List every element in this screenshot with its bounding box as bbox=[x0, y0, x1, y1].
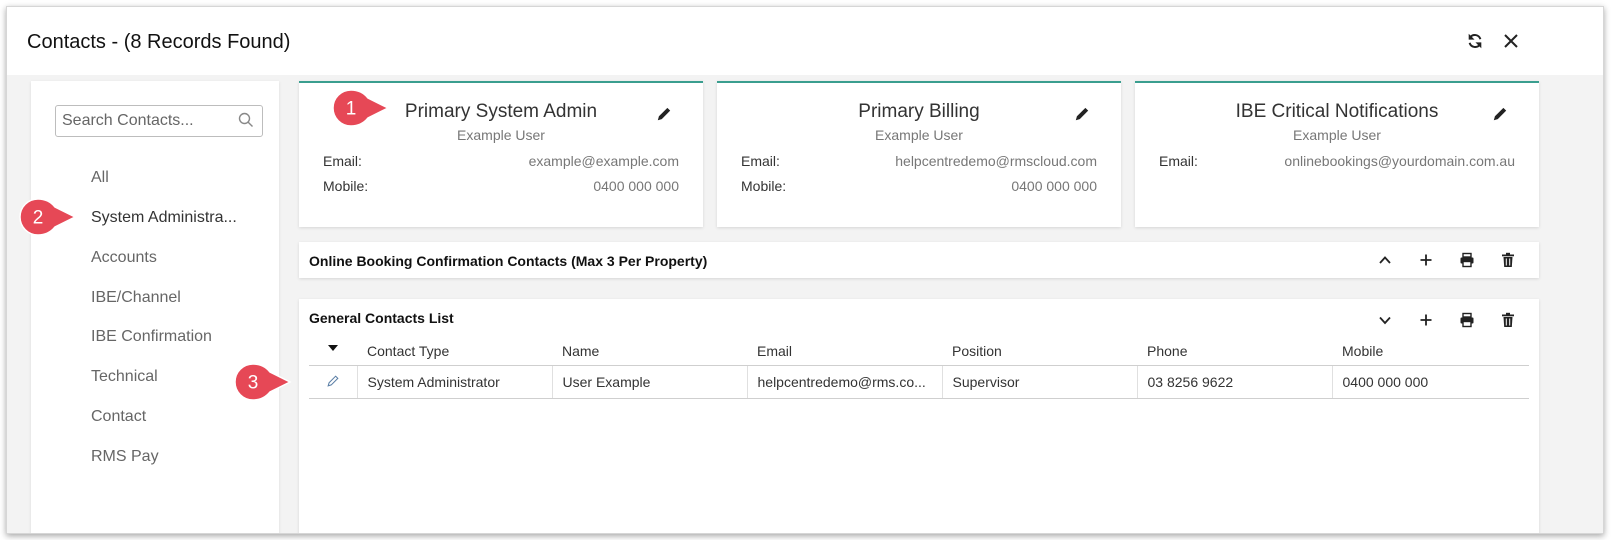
callout-number: 1 bbox=[346, 99, 357, 120]
card-subtitle: Example User bbox=[457, 127, 545, 143]
card-subtitle: Example User bbox=[875, 127, 963, 143]
pencil-icon[interactable] bbox=[1491, 105, 1509, 123]
email-value: example@example.com bbox=[528, 153, 679, 169]
online-booking-confirmation-panel: Online Booking Confirmation Contacts (Ma… bbox=[299, 242, 1539, 278]
search-input[interactable] bbox=[56, 106, 238, 136]
print-icon bbox=[1460, 252, 1474, 268]
chevron-up-icon bbox=[1379, 256, 1391, 264]
card-title: IBE Critical Notifications bbox=[1235, 101, 1439, 122]
contacts-table: Contact Type Name Email Position Phone M… bbox=[309, 337, 1529, 399]
email-label: Email: bbox=[741, 153, 780, 169]
cell-email: helpcentredemo@rms.co... bbox=[747, 365, 943, 399]
pencil-icon[interactable] bbox=[655, 105, 673, 123]
card-ibe-critical-notifications: IBE Critical Notifications Example User … bbox=[1135, 81, 1539, 227]
column-header-phone[interactable]: Phone bbox=[1137, 337, 1332, 366]
sort-column-header[interactable] bbox=[309, 337, 357, 366]
row-edit-cell[interactable] bbox=[309, 365, 358, 399]
sort-caret-icon bbox=[328, 345, 338, 351]
mobile-label: Mobile: bbox=[323, 178, 369, 194]
callout-number: 3 bbox=[248, 373, 259, 394]
column-header-email[interactable]: Email bbox=[747, 337, 942, 366]
window-header: Contacts - (8 Records Found) bbox=[7, 7, 1603, 75]
edit-row-icon[interactable] bbox=[326, 374, 340, 388]
add-button[interactable] bbox=[1415, 309, 1437, 331]
column-header-position[interactable]: Position bbox=[942, 337, 1137, 366]
email-label: Email: bbox=[1159, 153, 1198, 169]
print-button[interactable] bbox=[1456, 309, 1478, 331]
cell-phone: 03 8256 9622 bbox=[1137, 365, 1333, 399]
panel-title: General Contacts List bbox=[309, 310, 454, 326]
email-label: Email: bbox=[323, 153, 362, 169]
sidebar: All System Administra... Accounts IBE/Ch… bbox=[31, 81, 279, 533]
table-header-row: Contact Type Name Email Position Phone M… bbox=[309, 337, 1529, 366]
pencil-icon[interactable] bbox=[1073, 105, 1091, 123]
delete-button[interactable] bbox=[1497, 309, 1519, 331]
plus-icon bbox=[1420, 254, 1432, 266]
sidebar-item-technical[interactable]: Technical bbox=[91, 368, 158, 386]
print-icon bbox=[1460, 312, 1474, 328]
cell-name: User Example bbox=[552, 365, 748, 399]
close-button[interactable] bbox=[1495, 25, 1527, 57]
window-title: Contacts - (8 Records Found) bbox=[27, 31, 291, 53]
chevron-down-icon bbox=[1379, 316, 1391, 325]
mobile-label: Mobile: bbox=[741, 178, 787, 194]
plus-icon bbox=[1420, 314, 1432, 326]
expand-button[interactable] bbox=[1374, 309, 1396, 331]
close-icon bbox=[1504, 34, 1518, 48]
add-button[interactable] bbox=[1415, 249, 1437, 271]
search-box bbox=[55, 105, 263, 137]
card-title: Primary Billing bbox=[858, 101, 980, 122]
refresh-icon bbox=[1468, 33, 1482, 49]
sidebar-item-accounts[interactable]: Accounts bbox=[91, 249, 157, 267]
callout-badge-3: 3 bbox=[234, 363, 292, 401]
search-icon[interactable] bbox=[238, 112, 254, 128]
email-value: helpcentredemo@rmscloud.com bbox=[895, 153, 1097, 169]
sidebar-item-contact[interactable]: Contact bbox=[91, 408, 146, 426]
general-contacts-panel: General Contacts List Contact Type Name … bbox=[299, 299, 1539, 533]
callout-number: 2 bbox=[33, 208, 44, 229]
table-row[interactable]: System Administrator User Example helpce… bbox=[309, 365, 1529, 399]
sidebar-item-ibe-channel[interactable]: IBE/Channel bbox=[91, 289, 181, 307]
delete-button[interactable] bbox=[1497, 249, 1519, 271]
sidebar-item-system-administrators[interactable]: System Administra... bbox=[91, 209, 237, 227]
sidebar-item-ibe-confirmation[interactable]: IBE Confirmation bbox=[91, 328, 212, 346]
cell-mobile: 0400 000 000 bbox=[1332, 365, 1529, 399]
trash-icon bbox=[1502, 252, 1514, 267]
mobile-value: 0400 000 000 bbox=[593, 178, 679, 194]
sidebar-item-all[interactable]: All bbox=[91, 169, 109, 187]
sidebar-item-rms-pay[interactable]: RMS Pay bbox=[91, 448, 159, 466]
trash-icon bbox=[1502, 312, 1514, 327]
cell-contact-type: System Administrator bbox=[357, 365, 553, 399]
card-subtitle: Example User bbox=[1293, 127, 1381, 143]
column-header-name[interactable]: Name bbox=[552, 337, 747, 366]
mobile-value: 0400 000 000 bbox=[1011, 178, 1097, 194]
column-header-contact-type[interactable]: Contact Type bbox=[357, 337, 552, 366]
collapse-button[interactable] bbox=[1374, 249, 1396, 271]
callout-badge-2: 2 bbox=[19, 198, 77, 236]
refresh-button[interactable] bbox=[1459, 25, 1491, 57]
print-button[interactable] bbox=[1456, 249, 1478, 271]
cell-position: Supervisor bbox=[942, 365, 1138, 399]
contacts-window: Contacts - (8 Records Found) All System … bbox=[6, 6, 1604, 534]
panel-title: Online Booking Confirmation Contacts (Ma… bbox=[309, 253, 708, 269]
email-value: onlinebookings@yourdomain.com.au bbox=[1284, 153, 1515, 169]
callout-badge-1: 1 bbox=[332, 89, 390, 127]
card-primary-billing: Primary Billing Example User Email: help… bbox=[717, 81, 1121, 227]
column-header-mobile[interactable]: Mobile bbox=[1332, 337, 1529, 366]
